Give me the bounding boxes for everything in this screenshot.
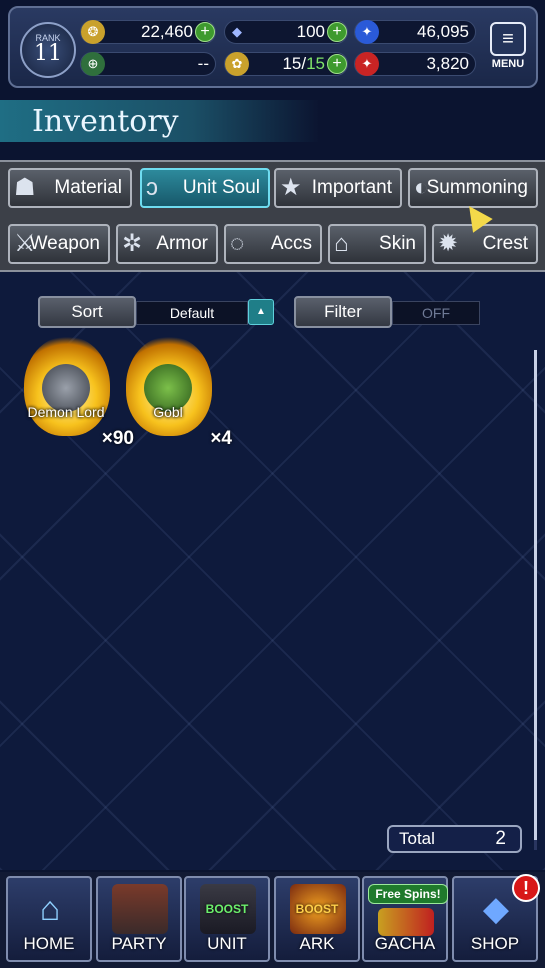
blue-orb-value: 46,095 (417, 22, 469, 41)
home-icon: ⌂ (39, 890, 61, 928)
stamina-counter: ✿ 15/15 + (224, 52, 348, 76)
tab-label: Summoning (426, 177, 528, 198)
gold-value: 22,460 (141, 22, 193, 41)
total-value: 2 (495, 828, 506, 849)
tab-label: Material (54, 177, 122, 198)
tab-label: Skin (379, 233, 416, 254)
unit-boost-badge: BOOST (205, 902, 249, 916)
tab-label: Unit Soul (182, 177, 260, 198)
filter-label: Filter (324, 302, 362, 321)
scrollbar-thumb[interactable] (534, 350, 537, 840)
tab-skin[interactable]: ⌂ Skin (328, 224, 426, 264)
summon-icon: ◐ (414, 174, 429, 201)
nav-shop[interactable]: ◆ ! SHOP (452, 874, 540, 962)
crystal-counter: ◆ 100 + (224, 20, 348, 44)
stamina-max: 15 (306, 54, 325, 73)
tab-crest[interactable]: ✹ Crest (432, 224, 538, 264)
nav-label: UNIT (207, 934, 247, 953)
nav-ark[interactable]: BOOST ARK (274, 876, 360, 962)
stamina-value: 15/ (282, 54, 307, 73)
menu-label: MENU (491, 58, 525, 70)
add-stamina-button[interactable]: + (327, 54, 347, 74)
item-name: Gobl (153, 404, 183, 420)
gold-coin-icon: ❂ (81, 20, 105, 44)
tab-weapon[interactable]: ⚔ Weapon (8, 224, 110, 264)
unit-soul-item[interactable]: Demon Lord ×90 (18, 336, 134, 449)
filter-button[interactable]: Filter (294, 296, 392, 328)
tab-label: Armor (156, 233, 208, 254)
shop-alert-badge: ! (512, 874, 540, 902)
crystal-value: 100 (296, 22, 325, 41)
item-quantity: ×4 (210, 428, 232, 449)
add-gold-button[interactable]: + (195, 22, 215, 42)
red-orb-counter: ✦ 3,820 (354, 52, 476, 76)
filter-value[interactable]: OFF (392, 301, 480, 325)
unit-soul-item[interactable]: Gobl ×4 (120, 336, 232, 449)
bag-icon: ☗ (14, 174, 36, 201)
gacha-icon (378, 908, 434, 936)
nav-home[interactable]: ⌂ HOME (6, 876, 92, 962)
sort-order-button[interactable]: ▲ (248, 299, 274, 325)
page-title: Inventory (32, 104, 179, 139)
slot-value: -- (197, 54, 209, 73)
slot-counter: ⊕ -- (80, 52, 216, 76)
nav-label: PARTY (111, 934, 167, 953)
sort-button[interactable]: Sort (38, 296, 136, 328)
soul-icon: ↄ (146, 174, 158, 201)
total-counter: Total 2 (387, 825, 522, 853)
star-icon: ★ (280, 174, 302, 201)
nav-label: GACHA (374, 934, 436, 953)
sword-icon: ⚔ (14, 230, 36, 257)
bottom-navigation: ⌂ HOME PARTY BOOST UNIT BOOST ARK Free S… (0, 872, 545, 968)
tab-label: Important (311, 177, 392, 198)
red-orb-value: 3,820 (426, 54, 469, 73)
sort-label: Sort (71, 302, 103, 321)
add-crystal-button[interactable]: + (327, 22, 347, 42)
crystal-icon: ◆ (232, 24, 242, 39)
resource-bar: RANK 11 ❂ 22,460 + ◆ 100 + ✦ 46,095 ⊕ --… (8, 6, 538, 88)
party-icon (112, 884, 168, 934)
armor-icon: ✲ (122, 230, 143, 257)
menu-button[interactable]: ≡ MENU (488, 22, 528, 80)
sort-value[interactable]: Default (136, 301, 248, 325)
nav-label: SHOP (470, 934, 520, 953)
rank-value: 11 (34, 41, 62, 66)
item-name: Demon Lord (27, 404, 105, 420)
page-title-bar: Inventory (0, 100, 320, 142)
necklace-icon: ◌ (230, 230, 245, 257)
nav-party[interactable]: PARTY (96, 876, 182, 962)
tab-unit-soul[interactable]: ↄ Unit Soul (140, 168, 270, 208)
tab-material[interactable]: ☗ Material (8, 168, 132, 208)
nav-label: ARK (299, 934, 335, 953)
rank-badge[interactable]: RANK 11 (20, 22, 76, 78)
hanger-icon: ⌂ (334, 230, 349, 257)
ark-boost-badge: BOOST (295, 902, 339, 916)
hamburger-icon: ≡ (490, 22, 526, 56)
blue-orb-counter: ✦ 46,095 (354, 20, 476, 44)
compass-icon: ⊕ (81, 52, 105, 76)
nav-unit[interactable]: BOOST UNIT (184, 876, 270, 962)
tab-label: Weapon (29, 233, 100, 254)
nav-gacha[interactable]: Free Spins! GACHA (362, 876, 448, 962)
tab-important[interactable]: ★ Important (274, 168, 402, 208)
tab-armor[interactable]: ✲ Armor (116, 224, 218, 264)
stamina-icon: ✿ (225, 52, 249, 76)
free-spins-badge: Free Spins! (368, 884, 448, 904)
tab-label: Accs (270, 233, 312, 254)
crest-icon: ✹ (438, 230, 459, 257)
red-orb-icon: ✦ (355, 52, 379, 76)
blue-orb-icon: ✦ (355, 20, 379, 44)
gold-counter: ❂ 22,460 + (80, 20, 216, 44)
tab-label: Crest (482, 233, 528, 254)
nav-label: HOME (23, 934, 75, 953)
tab-accs[interactable]: ◌ Accs (224, 224, 322, 264)
total-label: Total (399, 829, 435, 848)
